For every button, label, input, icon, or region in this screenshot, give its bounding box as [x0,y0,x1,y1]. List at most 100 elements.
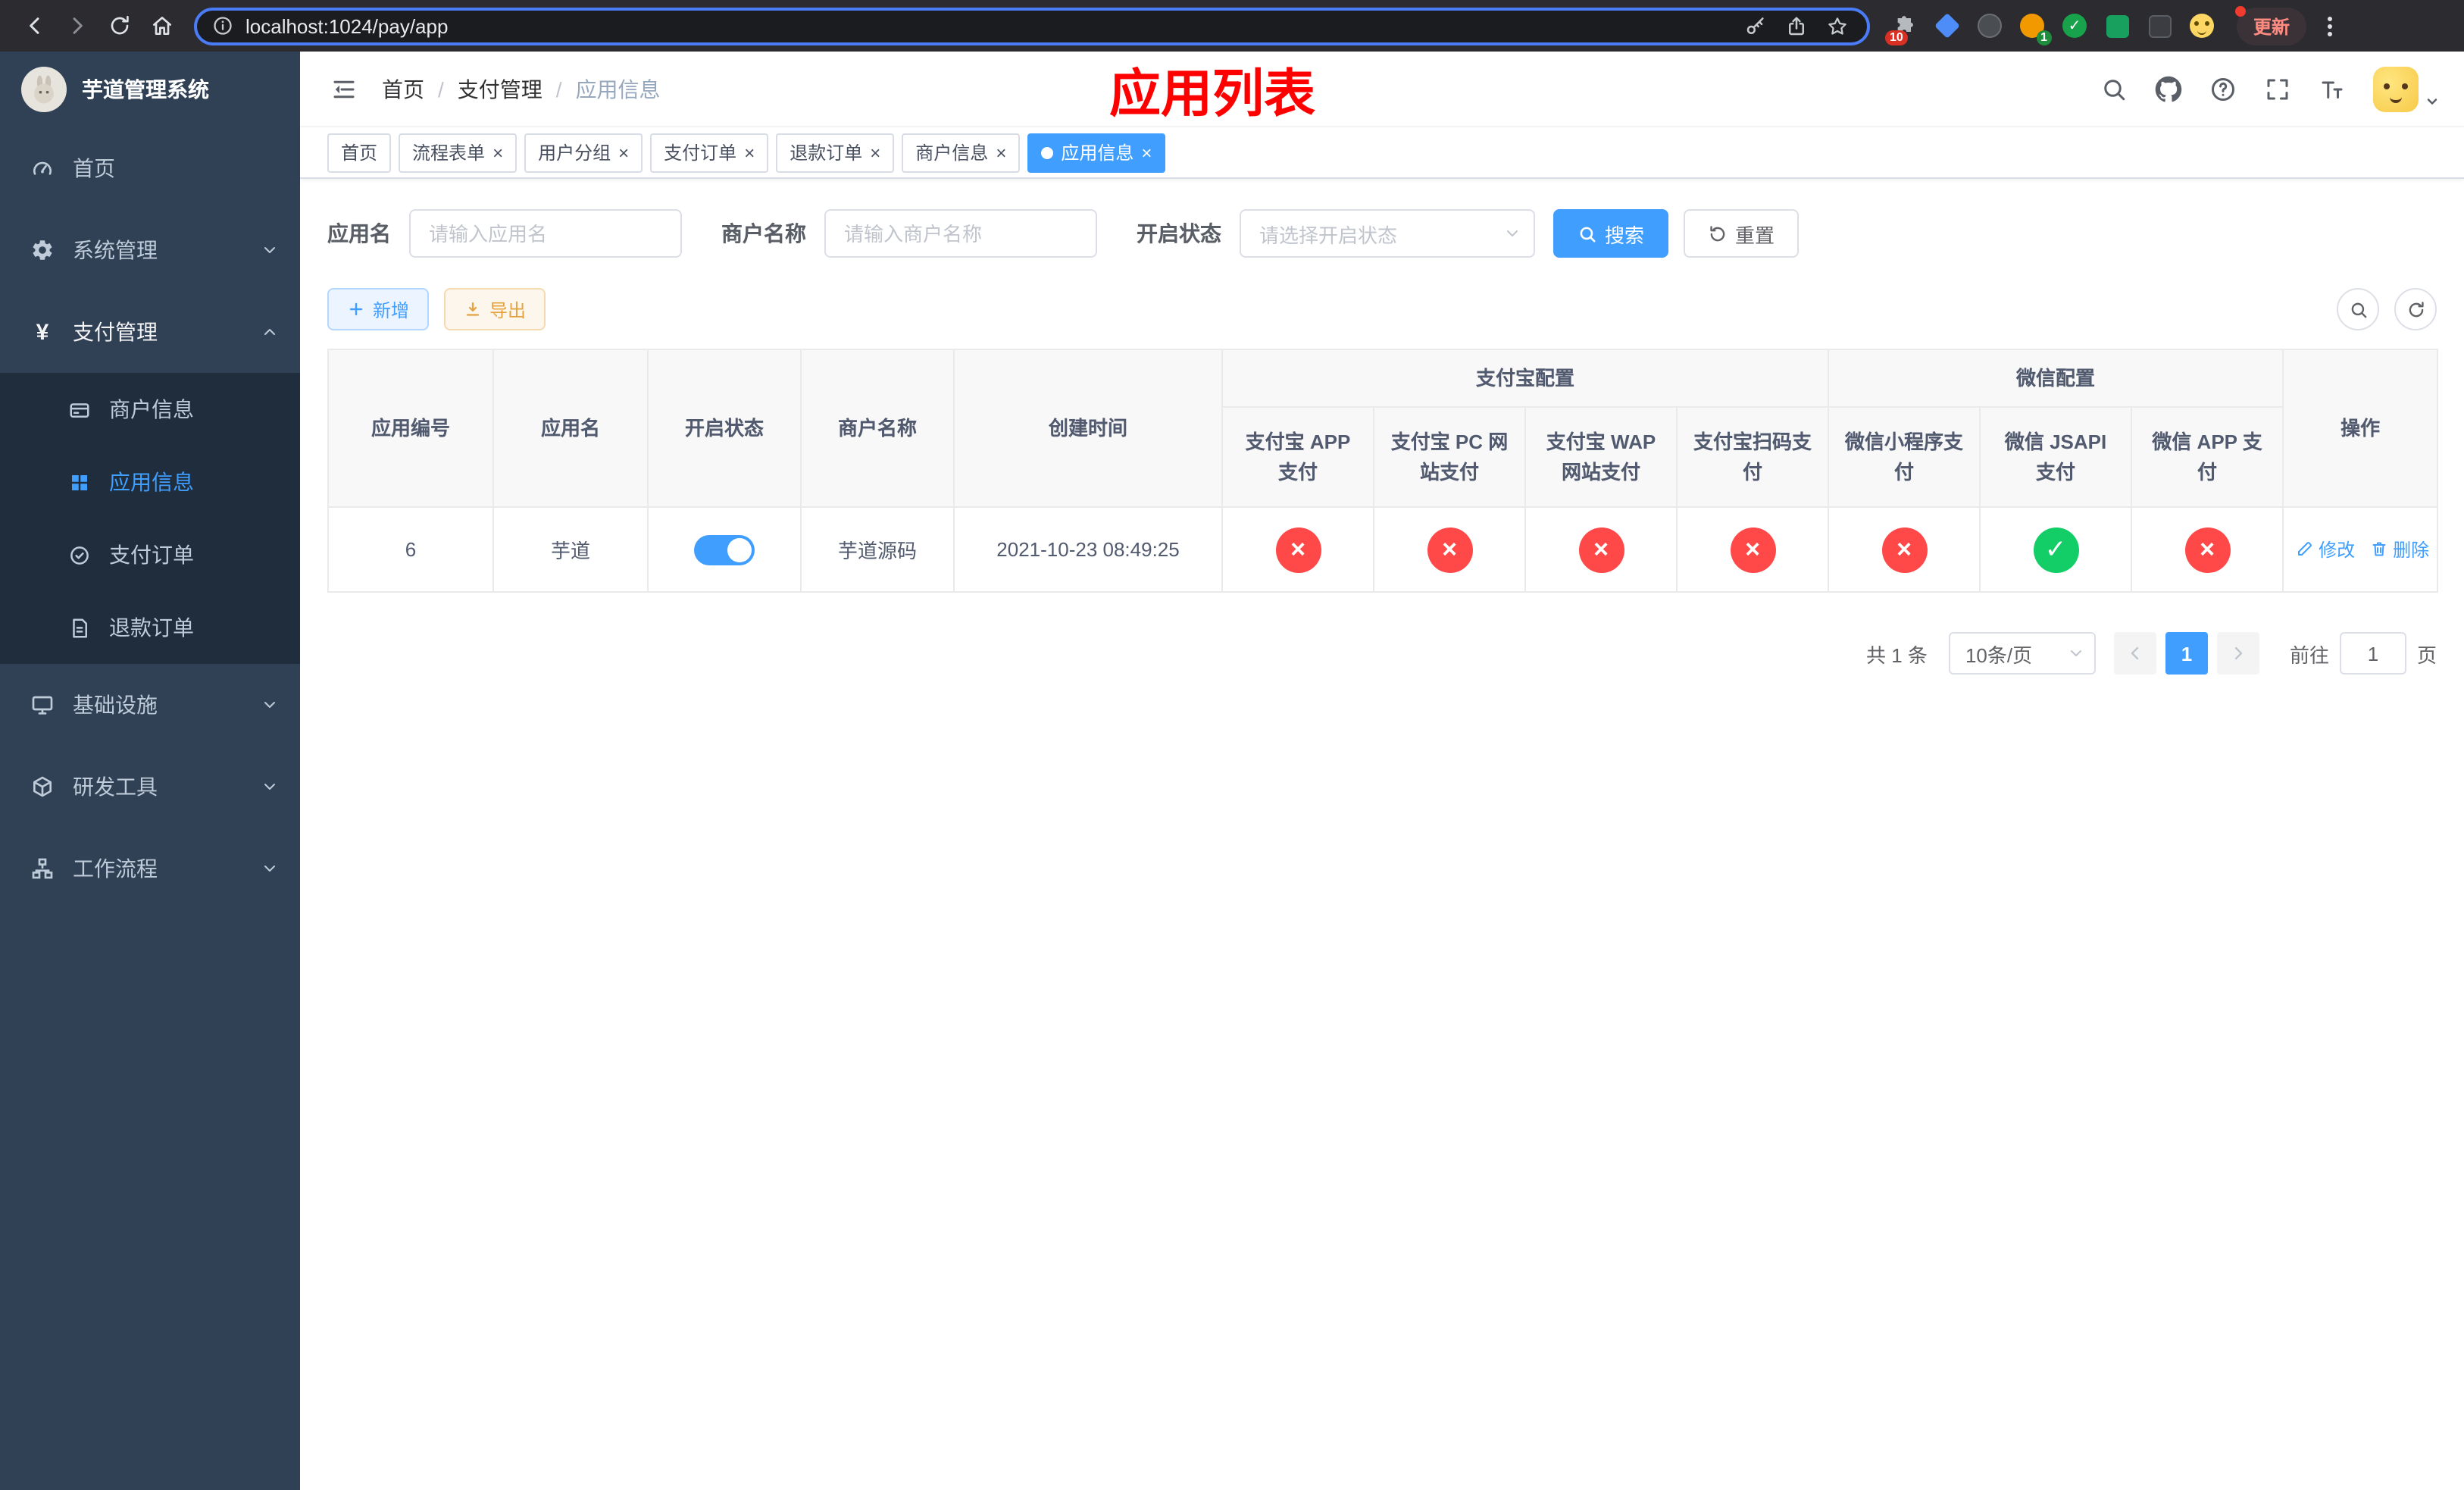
browser-update-button[interactable]: 更新 [2235,5,2307,45]
active-tab-dot [1041,146,1054,158]
browser-home-button[interactable] [142,6,182,45]
prev-page-button[interactable] [2113,632,2156,675]
toggle-search-button[interactable] [2337,288,2379,330]
close-icon[interactable]: × [744,143,755,161]
close-icon[interactable]: × [996,143,1006,161]
share-icon[interactable] [1785,14,1808,37]
extension-chat-icon[interactable]: 1 [2018,12,2052,45]
extension-check-icon[interactable]: ✓ [2061,12,2088,39]
add-button[interactable]: 新增 [327,288,430,330]
edit-link[interactable]: 修改 [2296,537,2355,562]
sidebar-subitem-pay-order[interactable]: 支付订单 [0,518,300,591]
col-header-merchant: 商户名称 [800,349,955,508]
close-icon[interactable]: × [492,143,503,161]
browser-forward-button[interactable] [58,6,97,45]
status-select[interactable]: 请选择开启状态 [1240,209,1535,258]
sidebar-subitem-refund-order[interactable]: 退款订单 [0,591,300,664]
font-size-icon[interactable] [2319,75,2346,102]
url-text[interactable]: localhost:1024/pay/app [245,14,1732,37]
next-page-button[interactable] [2216,632,2259,675]
bookmark-star-icon[interactable] [1826,14,1849,37]
app-logo[interactable]: 芋道管理系统 [0,52,300,127]
tab-home[interactable]: 首页 [327,133,392,172]
password-key-icon[interactable] [1744,14,1767,37]
sidebar-item-label: 基础设施 [73,693,158,717]
col-header-wechat-jsapi: 微信 JSAPI 支付 [1979,406,2133,508]
goto-page-input[interactable] [2339,632,2406,675]
extension-gem-icon[interactable] [1934,12,1961,39]
tab-user-group[interactable]: 用户分组 × [524,133,643,172]
fullscreen-icon[interactable] [2264,75,2291,102]
grid-icon [67,471,91,493]
extension-emoji-icon[interactable] [2188,12,2215,39]
extensions-puzzle-icon[interactable]: 10 [1885,12,1918,45]
chevron-down-icon [261,696,279,714]
toggle-knob [727,537,752,562]
alipay-pc-status-icon: × [1427,527,1472,572]
user-menu[interactable] [2373,66,2440,111]
tab-pay-order[interactable]: 支付订单 × [650,133,769,172]
sidebar-item-payment-management[interactable]: ¥ 支付管理 [0,291,300,373]
export-button[interactable]: 导出 [444,288,546,330]
close-icon[interactable]: × [618,143,629,161]
cell-status [647,506,802,593]
hamburger-icon[interactable] [324,69,364,108]
reset-button[interactable]: 重置 [1684,209,1800,258]
help-icon[interactable] [2209,75,2237,102]
breadcrumb-home[interactable]: 首页 [382,74,424,104]
tab-refund-order[interactable]: 退款订单 × [776,133,895,172]
address-bar[interactable]: localhost:1024/pay/app [194,7,1870,45]
search-button[interactable]: 搜索 [1553,209,1669,258]
app-title: 芋道管理系统 [82,77,209,102]
app-name-input[interactable] [409,209,682,258]
sidebar-item-dev-tools[interactable]: 研发工具 [0,746,300,828]
breadcrumb-payment[interactable]: 支付管理 [458,74,543,104]
wechat-jsapi-status-icon: ✓ [2033,527,2079,572]
extension-pin-icon[interactable] [2146,12,2173,39]
site-info-icon[interactable] [212,15,233,36]
tab-label: 流程表单 [412,142,486,164]
caret-down-icon [2067,644,2085,662]
logo-avatar [21,67,67,112]
cell-actions: 修改 删除 [2282,506,2439,593]
sidebar-item-system-management[interactable]: 系统管理 [0,209,300,291]
refresh-table-button[interactable] [2394,288,2437,330]
dashboard-icon [30,156,55,180]
download-icon [466,302,480,316]
home-icon [153,17,171,35]
merchant-name-input[interactable] [824,209,1097,258]
tab-process-form[interactable]: 流程表单 × [399,133,518,172]
chevron-down-icon [261,859,279,878]
github-icon[interactable] [2155,75,2182,102]
close-icon[interactable]: × [1141,143,1152,161]
tab-label: 应用信息 [1061,142,1134,164]
sidebar-item-home[interactable]: 首页 [0,127,300,209]
sidebar-subitem-app-info[interactable]: 应用信息 [0,446,300,518]
page-number-1[interactable]: 1 [2165,632,2208,675]
sidebar-item-infrastructure[interactable]: 基础设施 [0,664,300,746]
page-title: 应用列表 [1109,65,1315,123]
sidebar-item-workflow[interactable]: 工作流程 [0,828,300,909]
status-toggle[interactable] [694,534,755,565]
sidebar-item-label: 首页 [73,156,115,180]
status-select-placeholder: 请选择开启状态 [1259,224,1398,246]
tab-app-info[interactable]: 应用信息 × [1027,133,1166,172]
order-circle-icon [67,543,91,566]
sidebar-subitem-merchant-info[interactable]: 商户信息 [0,373,300,446]
close-icon[interactable]: × [870,143,880,161]
goto-page: 前往 页 [2290,632,2437,675]
cell-alipay-pc: × [1373,506,1526,593]
page-size-select[interactable]: 10条/页 [1948,632,2096,675]
extension-square-icon[interactable] [2103,12,2131,39]
delete-link[interactable]: 删除 [2370,537,2429,562]
search-icon[interactable] [2100,75,2128,102]
tab-merchant-info[interactable]: 商户信息 × [902,133,1021,172]
extension-globe-icon[interactable] [1976,12,2003,39]
wechat-mini-status-icon: × [1881,527,1928,572]
alipay-qr-status-icon: × [1730,527,1775,572]
tab-label: 首页 [341,142,378,164]
browser-back-button[interactable] [15,6,55,45]
main-panel: 首页 / 支付管理 / 应用信息 应用列表 首页 流程表单 × 用户分组 × 支… [300,52,2464,1490]
browser-menu-button[interactable] [2322,10,2338,42]
browser-reload-button[interactable] [100,6,139,45]
